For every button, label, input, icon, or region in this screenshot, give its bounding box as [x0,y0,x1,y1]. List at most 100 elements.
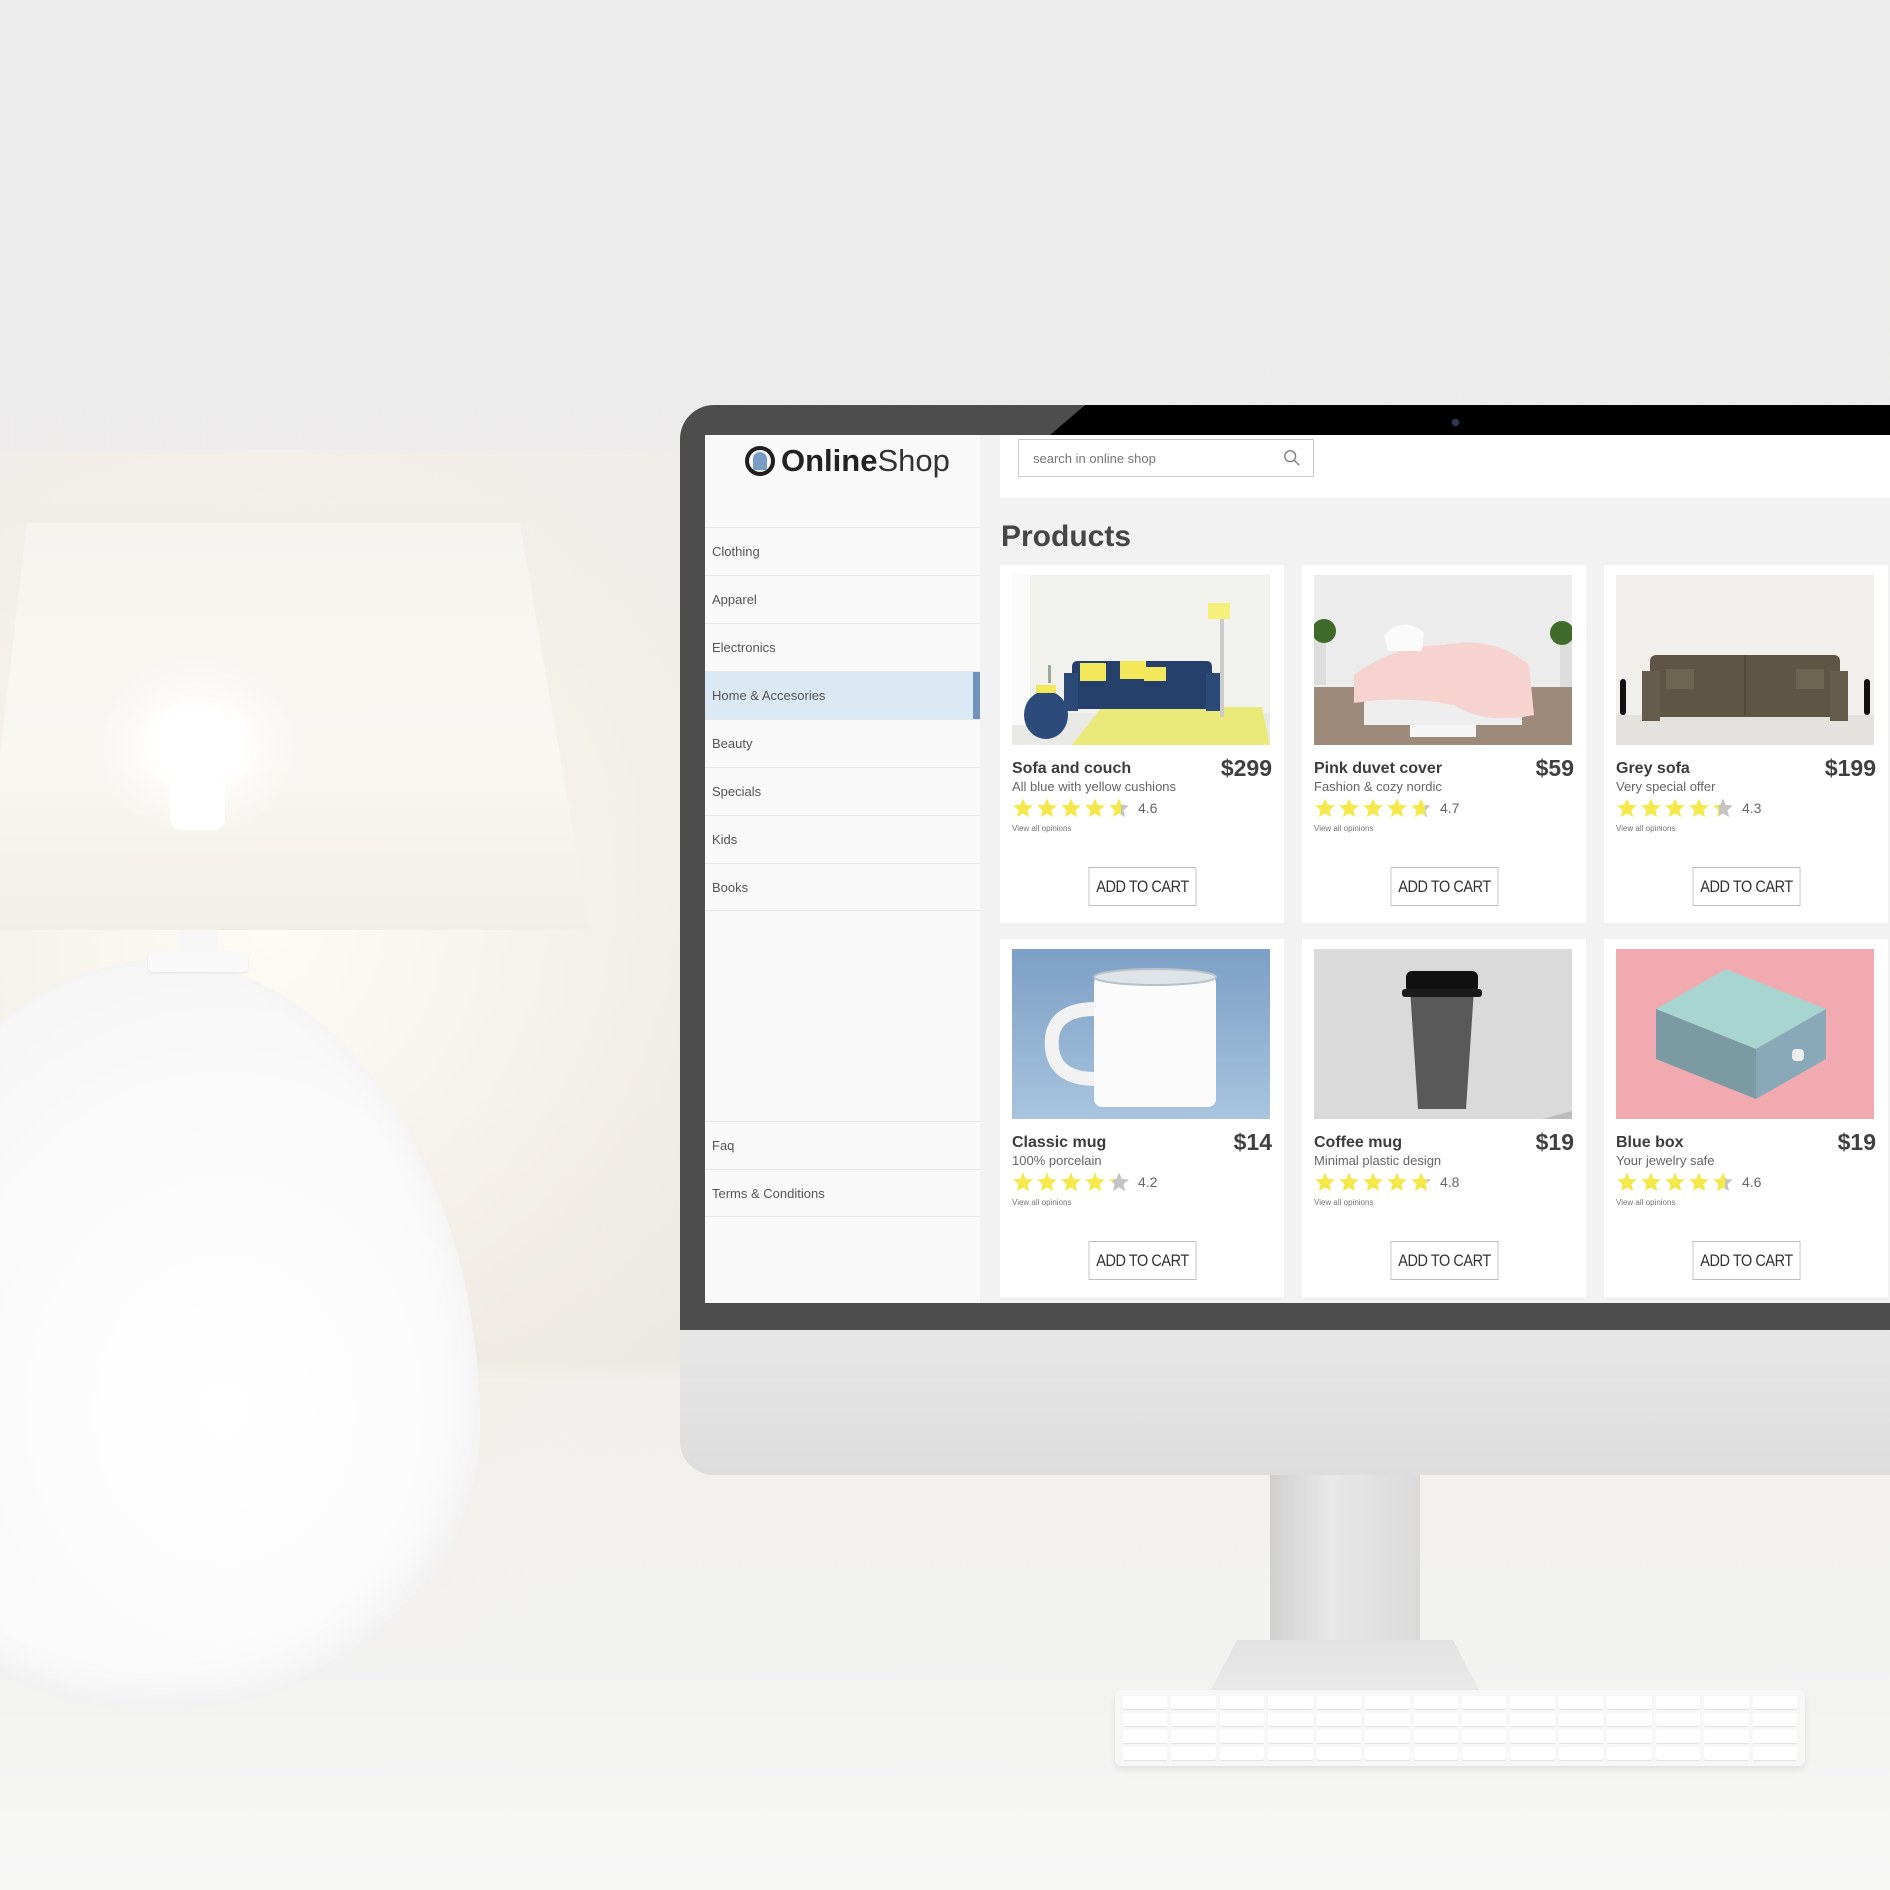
add-to-cart-button[interactable]: ADD TO CART [1692,1241,1801,1280]
product-name[interactable]: Pink duvet cover [1314,760,1442,778]
view-opinions-link[interactable]: View all opinions [1012,1198,1071,1207]
product-description: Very special offer [1616,779,1716,794]
keyboard-key [1655,1747,1701,1760]
keyboard-key [1704,1696,1749,1709]
product-price: $299 [1220,755,1272,781]
search-input[interactable] [1033,450,1273,466]
view-opinions-link[interactable]: View all opinions [1616,824,1675,833]
product-description: Fashion & cozy nordic [1314,779,1442,794]
add-to-cart-button[interactable]: ADD TO CART [1390,867,1499,906]
sidebar-item-terms-conditions[interactable]: Terms & Conditions [705,1169,980,1217]
keyboard-key [1365,1713,1410,1726]
keyboard-key [1461,1713,1507,1726]
star-icon [1339,1172,1359,1192]
product-card[interactable]: Blue box Your jewelry safe $19 4.6 View … [1604,939,1888,1297]
keyboard-key [1461,1730,1507,1743]
product-name[interactable]: Coffee mug [1314,1134,1402,1152]
sidebar-item-clothing[interactable]: Clothing [705,527,980,575]
product-image[interactable] [1012,949,1270,1119]
keyboard-key [1510,1747,1555,1760]
view-opinions-link[interactable]: View all opinions [1012,824,1071,833]
product-image[interactable] [1616,949,1874,1119]
product-grid: Sofa and couch All blue with yellow cush… [1000,565,1890,1297]
sidebar-item-electronics[interactable]: Electronics [705,623,980,671]
star-icon [1713,798,1733,818]
search-box[interactable] [1018,439,1314,477]
star-icon [1641,798,1661,818]
product-card[interactable]: Grey sofa Very special offer $199 4.3 Vi… [1604,565,1888,923]
sidebar-item-kids[interactable]: Kids [705,815,980,863]
product-price: $199 [1824,755,1876,781]
star-icon [1617,798,1637,818]
product-card[interactable]: Sofa and couch All blue with yellow cush… [1000,565,1284,923]
rating-stars: 4.2 [1012,1171,1157,1193]
product-name[interactable]: Blue box [1616,1134,1684,1152]
view-opinions-link[interactable]: View all opinions [1314,824,1373,833]
sidebar-item-home-accesories[interactable]: Home & Accesories [705,671,980,719]
view-opinions-link[interactable]: View all opinions [1616,1198,1675,1207]
product-image[interactable] [1616,575,1874,745]
star-icon [1665,1172,1685,1192]
rating-value: 4.6 [1742,1174,1762,1190]
keyboard-key [1461,1747,1507,1760]
rating-stars: 4.6 [1616,1171,1761,1193]
keyboard-key [1123,1713,1168,1726]
keyboard-key [1704,1730,1749,1743]
product-description: Minimal plastic design [1314,1153,1442,1168]
page-title: Products [1001,520,1132,553]
keyboard-key [1655,1730,1701,1743]
keyboard-key [1752,1696,1797,1709]
add-to-cart-button[interactable]: ADD TO CART [1692,867,1801,906]
keyboard-key [1171,1730,1216,1743]
keyboard-key [1558,1696,1604,1709]
star-icon [1387,798,1407,818]
add-to-cart-button[interactable]: ADD TO CART [1088,1241,1197,1280]
product-name[interactable]: Sofa and couch [1012,760,1131,778]
rating-value: 4.2 [1138,1174,1158,1190]
lamp-bulb [143,700,253,790]
logo-text-light: Shop [877,443,950,478]
logo[interactable]: Online Shop [745,443,950,479]
keyboard-key [1316,1747,1362,1760]
rating-value: 4.6 [1138,800,1158,816]
star-icon [1037,1172,1057,1192]
keyboard-key [1365,1696,1410,1709]
keyboard-key [1607,1747,1652,1760]
keyboard-key [1171,1696,1216,1709]
keyboard-key [1752,1713,1797,1726]
product-image[interactable] [1012,575,1270,745]
star-icon [1411,798,1431,818]
product-image[interactable] [1314,949,1572,1119]
keyboard-key [1558,1730,1604,1743]
add-to-cart-button[interactable]: ADD TO CART [1390,1241,1499,1280]
product-card[interactable]: Classic mug 100% porcelain $14 4.2 View … [1000,939,1284,1297]
keyboard-key [1607,1713,1652,1726]
view-opinions-link[interactable]: View all opinions [1314,1198,1373,1207]
sidebar-item-specials[interactable]: Specials [705,767,980,815]
product-card[interactable]: Pink duvet cover Fashion & cozy nordic $… [1302,565,1586,923]
sidebar-item-books[interactable]: Books [705,863,980,911]
sidebar-item-beauty[interactable]: Beauty [705,719,980,767]
keyboard-key [1413,1696,1458,1709]
keyboard-key [1219,1713,1265,1726]
keyboard-key [1461,1696,1507,1709]
topbar [1000,435,1890,498]
keyboard-key [1123,1696,1168,1709]
keyboard-key [1268,1747,1313,1760]
product-price: $59 [1535,755,1574,781]
keyboard [1115,1690,1805,1766]
monitor-chin [680,1330,1890,1475]
keyboard-key [1752,1747,1797,1760]
search-icon[interactable] [1283,449,1301,467]
sidebar-item-apparel[interactable]: Apparel [705,575,980,623]
product-card[interactable]: Coffee mug Minimal plastic design $19 4.… [1302,939,1586,1297]
keyboard-key [1607,1730,1652,1743]
keyboard-key [1704,1747,1749,1760]
keyboard-key [1316,1730,1362,1743]
sidebar-item-faq[interactable]: Faq [705,1121,980,1169]
product-image[interactable] [1314,575,1572,745]
product-name[interactable]: Grey sofa [1616,760,1690,778]
star-icon [1037,798,1057,818]
add-to-cart-button[interactable]: ADD TO CART [1088,867,1197,906]
product-name[interactable]: Classic mug [1012,1134,1106,1152]
